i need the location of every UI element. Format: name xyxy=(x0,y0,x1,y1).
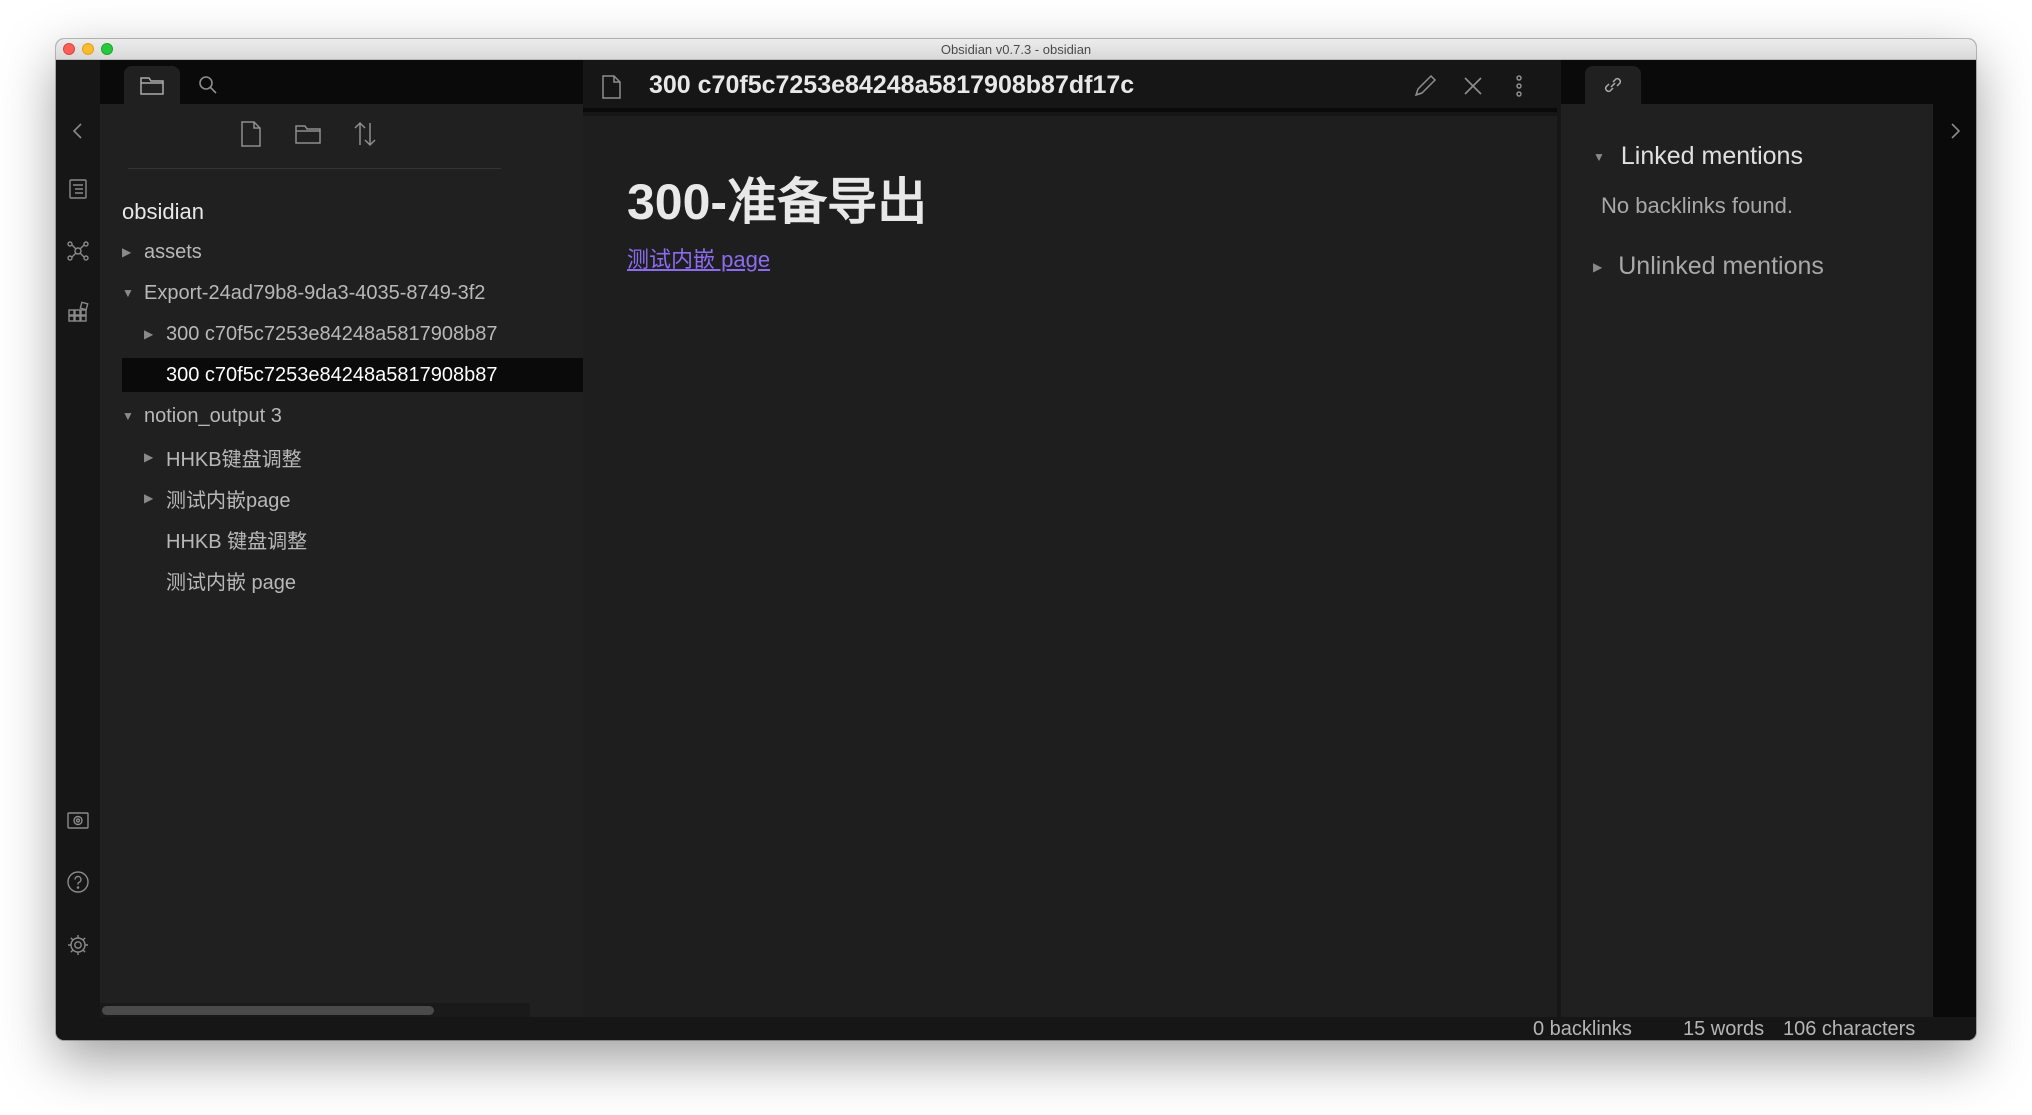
tree-folder-export[interactable]: ▼ Export-24ad79b8-9da3-4035-8749-3f2 xyxy=(122,276,583,310)
sort-icon xyxy=(354,121,376,147)
tree-file-test-page[interactable]: 测试内嵌 page xyxy=(144,563,583,597)
close-icon xyxy=(1464,77,1482,95)
unlinked-mentions-header[interactable]: ▶ Unlinked mentions xyxy=(1593,252,1824,281)
window-title: Obsidian v0.7.3 - obsidian xyxy=(940,41,1092,57)
settings-icon[interactable] xyxy=(66,933,90,957)
new-folder-button[interactable] xyxy=(293,119,323,149)
tree-item-label: 300 c70f5c7253e84248a5817908b87 xyxy=(166,363,498,386)
tree-folder-hhkb[interactable]: ▶ HHKB键盘调整 xyxy=(144,440,583,474)
close-window-button[interactable] xyxy=(63,43,75,55)
scrollbar-thumb[interactable] xyxy=(102,1006,434,1015)
right-sidebar-tabs xyxy=(1561,60,1976,104)
close-pane-button[interactable] xyxy=(1459,72,1487,100)
tree-item-label: 测试内嵌page xyxy=(166,489,291,512)
link-icon xyxy=(1604,77,1622,93)
tree-folder-assets[interactable]: ▶ assets xyxy=(122,235,583,269)
file-icon xyxy=(601,74,623,100)
help-icon[interactable] xyxy=(66,870,90,894)
ribbon xyxy=(56,60,100,1017)
tab-backlinks[interactable] xyxy=(1585,66,1641,104)
tree-item-label: 测试内嵌 page xyxy=(166,571,297,594)
note-editor[interactable]: 300-准备导出 测试内嵌 page xyxy=(583,116,1557,1017)
search-icon xyxy=(199,76,217,94)
linked-mentions-label: Linked mentions xyxy=(1620,142,1803,170)
tree-item-label: notion_output 3 xyxy=(144,404,282,427)
note-title[interactable]: 300 c70f5c7253e84248a5817908b87df17c xyxy=(649,71,1134,100)
zoom-window-button[interactable] xyxy=(101,43,113,55)
unlinked-mentions-label: Unlinked mentions xyxy=(1618,252,1824,280)
explorer-toolbar xyxy=(100,104,583,162)
tree-folder-test-page[interactable]: ▶ 测试内嵌page xyxy=(144,481,583,515)
grid-icon[interactable] xyxy=(66,301,90,325)
new-folder-icon xyxy=(295,125,321,144)
tab-search[interactable] xyxy=(180,66,236,104)
no-backlinks-message: No backlinks found. xyxy=(1601,193,1793,218)
chevron-left-icon[interactable] xyxy=(66,119,90,143)
pencil-icon xyxy=(1414,74,1437,97)
collapse-arrow-icon[interactable]: ▶ xyxy=(122,245,144,259)
tree-item-label: Export-24ad79b8-9da3-4035-8749-3f2 xyxy=(144,281,486,304)
tree-item-label: assets xyxy=(144,240,202,263)
tab-file-explorer[interactable] xyxy=(124,66,180,104)
editor-header: 300 c70f5c7253e84248a5817908b87df17c xyxy=(583,60,1557,112)
collapse-arrow-icon[interactable]: ▶ xyxy=(144,491,166,505)
file-explorer: obsidian ▶ assets ▼ Export-24ad79b8-9da3… xyxy=(100,104,583,1017)
collapse-arrow-icon[interactable]: ▼ xyxy=(1593,150,1605,164)
left-sidebar-tabs xyxy=(100,60,583,104)
horizontal-scrollbar[interactable] xyxy=(100,1003,530,1017)
new-file-button[interactable] xyxy=(236,119,266,149)
more-options-button[interactable] xyxy=(1505,72,1533,100)
app-window: Obsidian v0.7.3 - obsidian obsidian ▶ as… xyxy=(56,39,1976,1040)
title-bar: Obsidian v0.7.3 - obsidian xyxy=(56,39,1976,60)
outline-icon[interactable] xyxy=(66,177,90,201)
tree-item-label: 300 c70f5c7253e84248a5817908b87 xyxy=(166,322,498,345)
tree-item-label: HHKB键盘调整 xyxy=(166,448,302,471)
graph-icon[interactable] xyxy=(66,239,90,263)
folder-icon xyxy=(140,77,164,95)
status-bar: 0 backlinks 15 words 106 characters xyxy=(56,1017,1976,1040)
status-characters: 106 characters xyxy=(1783,1018,1916,1040)
status-words: 15 words xyxy=(1683,1018,1765,1040)
more-vertical-icon xyxy=(1516,75,1522,97)
chevron-right-icon[interactable] xyxy=(1943,119,1967,143)
divider xyxy=(128,168,501,169)
new-file-icon xyxy=(241,121,261,147)
collapse-arrow-icon[interactable]: ▶ xyxy=(144,327,166,341)
internal-link[interactable]: 测试内嵌 page xyxy=(627,242,770,274)
backlinks-pane: ▼ Linked mentions No backlinks found. ▶ … xyxy=(1561,104,1933,1017)
sort-button[interactable] xyxy=(350,119,380,149)
note-heading: 300-准备导出 xyxy=(627,174,928,230)
tree-folder-300[interactable]: ▶ 300 c70f5c7253e84248a5817908b87 xyxy=(144,317,583,351)
expand-arrow-icon[interactable]: ▶ xyxy=(1593,260,1602,274)
collapse-arrow-icon[interactable]: ▶ xyxy=(144,450,166,464)
window-controls xyxy=(63,43,113,55)
right-ribbon xyxy=(1933,60,1976,1017)
tree-file-hhkb[interactable]: HHKB 键盘调整 xyxy=(144,522,583,556)
vault-name[interactable]: obsidian xyxy=(122,199,204,225)
collapse-arrow-icon[interactable]: ▼ xyxy=(122,409,144,423)
tree-folder-notion-output[interactable]: ▼ notion_output 3 xyxy=(122,399,583,433)
vault-icon[interactable] xyxy=(66,808,90,832)
tree-file-300-active[interactable]: 300 c70f5c7253e84248a5817908b87 xyxy=(122,358,583,392)
tree-item-label: HHKB 键盘调整 xyxy=(166,530,308,553)
minimize-window-button[interactable] xyxy=(82,43,94,55)
edit-button[interactable] xyxy=(1411,72,1439,100)
status-backlinks[interactable]: 0 backlinks xyxy=(1533,1018,1632,1040)
linked-mentions-header[interactable]: ▼ Linked mentions xyxy=(1593,142,1803,171)
collapse-arrow-icon[interactable]: ▼ xyxy=(122,286,144,300)
